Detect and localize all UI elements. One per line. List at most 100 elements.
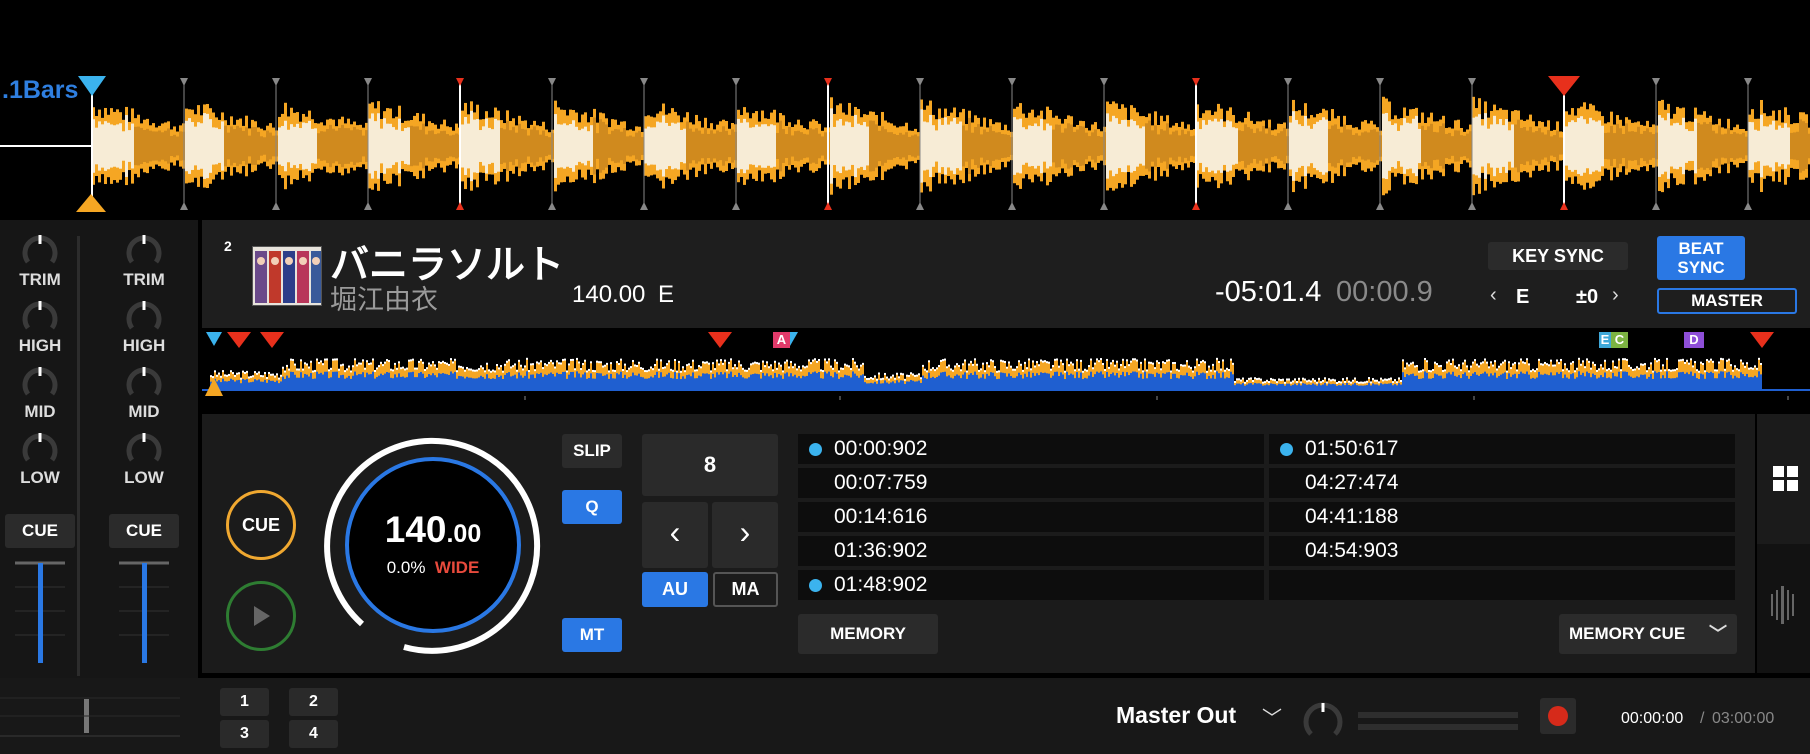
beat-jump-value[interactable]: 8	[642, 434, 778, 496]
pitch-value: 0.0%	[386, 558, 426, 577]
cue-list-row[interactable]	[1269, 570, 1735, 600]
slip-button[interactable]: SLIP	[562, 434, 622, 468]
beat-marker-top	[1100, 78, 1108, 86]
zoomed-waveform[interactable]: .1Bars	[0, 0, 1810, 215]
deck-select-4[interactable]: 4	[289, 720, 338, 748]
play-button[interactable]	[226, 581, 296, 651]
mid-knob-left[interactable]: MID	[0, 358, 80, 424]
waveform-zoom-strip[interactable]	[1757, 544, 1810, 673]
hot-cue-c-marker[interactable]: C	[1611, 332, 1628, 348]
cue-list-row[interactable]: 00:07:759	[798, 468, 1264, 498]
mid-knob-right[interactable]: MID	[104, 358, 184, 424]
cue-time: 00:07:759	[834, 471, 928, 494]
cue-list-row[interactable]: 00:00:902	[798, 434, 1264, 464]
deck-select-2[interactable]: 2	[289, 688, 338, 716]
high-knob-right[interactable]: HIGH	[104, 292, 184, 358]
cue-list-row[interactable]: 00:14:616	[798, 502, 1264, 532]
beat-marker-top	[1192, 78, 1200, 86]
overview-waveform-display[interactable]	[202, 328, 1810, 408]
low-knob-left[interactable]: LOW	[0, 424, 80, 490]
output-select-label[interactable]: Master Out	[1116, 702, 1236, 729]
memory-cue-marker[interactable]	[708, 332, 732, 348]
cue-list-row[interactable]: 01:50:617	[1269, 434, 1735, 464]
deck-select-1[interactable]: 1	[220, 688, 269, 716]
hot-cue-d-marker[interactable]: D	[1684, 332, 1704, 348]
play-icon	[254, 606, 270, 626]
recording-separator: /	[1700, 710, 1705, 727]
high-knob-left[interactable]: HIGH	[0, 292, 80, 358]
beat-sync-button[interactable]: BEAT SYNC	[1657, 236, 1745, 280]
master-button[interactable]: MASTER	[1657, 288, 1797, 314]
master-tempo-button[interactable]: MT	[562, 618, 622, 652]
beat-marker-bottom	[1468, 202, 1476, 210]
trim-label: TRIM	[123, 270, 165, 289]
low-label: LOW	[20, 468, 60, 487]
trim-knob-right[interactable]: TRIM	[104, 226, 184, 292]
memory-cue-marker[interactable]	[227, 332, 251, 348]
hot-cue-marker[interactable]	[206, 332, 222, 346]
eq-column-right: TRIM HIGH MID LOW	[104, 226, 184, 490]
memory-cue-marker[interactable]	[260, 332, 284, 348]
master-volume-knob[interactable]	[1302, 700, 1344, 742]
memory-cue-label: MEMORY CUE	[1569, 624, 1686, 643]
beat-marker-top	[1376, 78, 1384, 86]
record-button[interactable]	[1540, 698, 1576, 734]
beat-jump-forward-icon[interactable]: ›	[712, 502, 778, 568]
memory-cue-dropdown[interactable]: MEMORY CUE ﹀	[1559, 614, 1737, 654]
cue-time: 00:14:616	[834, 505, 928, 528]
cue-list-row[interactable]: 04:54:903	[1269, 536, 1735, 566]
grid-view-icon[interactable]	[1773, 466, 1799, 492]
auto-button[interactable]: AU	[642, 572, 708, 607]
cue-time: 01:50:617	[1305, 437, 1399, 460]
elapsed-time: 00:00.9	[1336, 276, 1433, 308]
hot-cue-e-marker[interactable]: E	[1599, 332, 1611, 348]
remaining-time: -05:01.4	[1215, 276, 1322, 308]
mid-label: MID	[128, 402, 160, 421]
channel-fader-right[interactable]	[119, 561, 169, 663]
tempo-display: 140.00	[322, 509, 544, 551]
cue-list-row[interactable]: 04:27:474	[1269, 468, 1735, 498]
waveform-display[interactable]	[0, 0, 1810, 215]
beat-marker-top	[364, 78, 372, 86]
cue-point-icon	[809, 579, 822, 592]
beat-marker-top	[1744, 78, 1752, 86]
tempo-integer: 140	[384, 509, 447, 550]
cue-list-row[interactable]: 04:41:188	[1269, 502, 1735, 532]
key-up-icon[interactable]: ›	[1612, 284, 1619, 307]
high-label: HIGH	[122, 336, 166, 355]
memory-button[interactable]: MEMORY	[798, 614, 938, 654]
beat-marker-bottom	[1284, 202, 1292, 210]
high-label: HIGH	[18, 336, 62, 355]
memory-cue-marker[interactable]	[1548, 76, 1580, 96]
track-overview-waveform[interactable]: A E C D	[202, 328, 1810, 408]
trim-knob-left[interactable]: TRIM	[0, 226, 80, 292]
channel-fader-left[interactable]	[15, 561, 65, 663]
cue-point-marker[interactable]	[76, 194, 106, 212]
crossfader[interactable]	[0, 694, 180, 738]
beat-jump-back-icon[interactable]: ‹	[642, 502, 708, 568]
hot-cue-marker[interactable]	[78, 76, 106, 96]
cue-button[interactable]: CUE	[226, 490, 296, 560]
quantize-button[interactable]: Q	[562, 490, 622, 524]
beat-marker-bottom	[916, 202, 924, 210]
headphone-cue-left-button[interactable]: CUE	[5, 514, 75, 548]
jog-wheel[interactable]: 140.00 0.0% WIDE	[322, 434, 544, 656]
beat-marker-bottom	[824, 202, 832, 210]
deck-select-3[interactable]: 3	[220, 720, 269, 748]
cue-list-row[interactable]: 01:36:902	[798, 536, 1264, 566]
chevron-down-icon: ﹀	[1709, 624, 1727, 644]
beat-marker-bottom	[1008, 202, 1016, 210]
key-down-icon[interactable]: ‹	[1490, 284, 1497, 307]
manual-button[interactable]: MA	[713, 572, 778, 607]
headphone-cue-right-button[interactable]: CUE	[109, 514, 179, 548]
mid-label: MID	[24, 402, 56, 421]
hot-cue-a-marker[interactable]: A	[773, 332, 790, 348]
low-knob-right[interactable]: LOW	[104, 424, 184, 490]
cue-time: 01:48:902	[834, 573, 928, 596]
key-sync-button[interactable]: KEY SYNC	[1488, 242, 1628, 270]
cue-time: 04:54:903	[1305, 539, 1399, 562]
deck-controls: CUE 140.00 0.0% WIDE SLIP Q MT 8 ‹ › AU …	[202, 414, 1755, 673]
memory-cue-marker[interactable]	[1750, 332, 1774, 348]
cue-list-row[interactable]: 01:48:902	[798, 570, 1264, 600]
output-chevron-down-icon[interactable]: ﹀	[1262, 702, 1282, 731]
